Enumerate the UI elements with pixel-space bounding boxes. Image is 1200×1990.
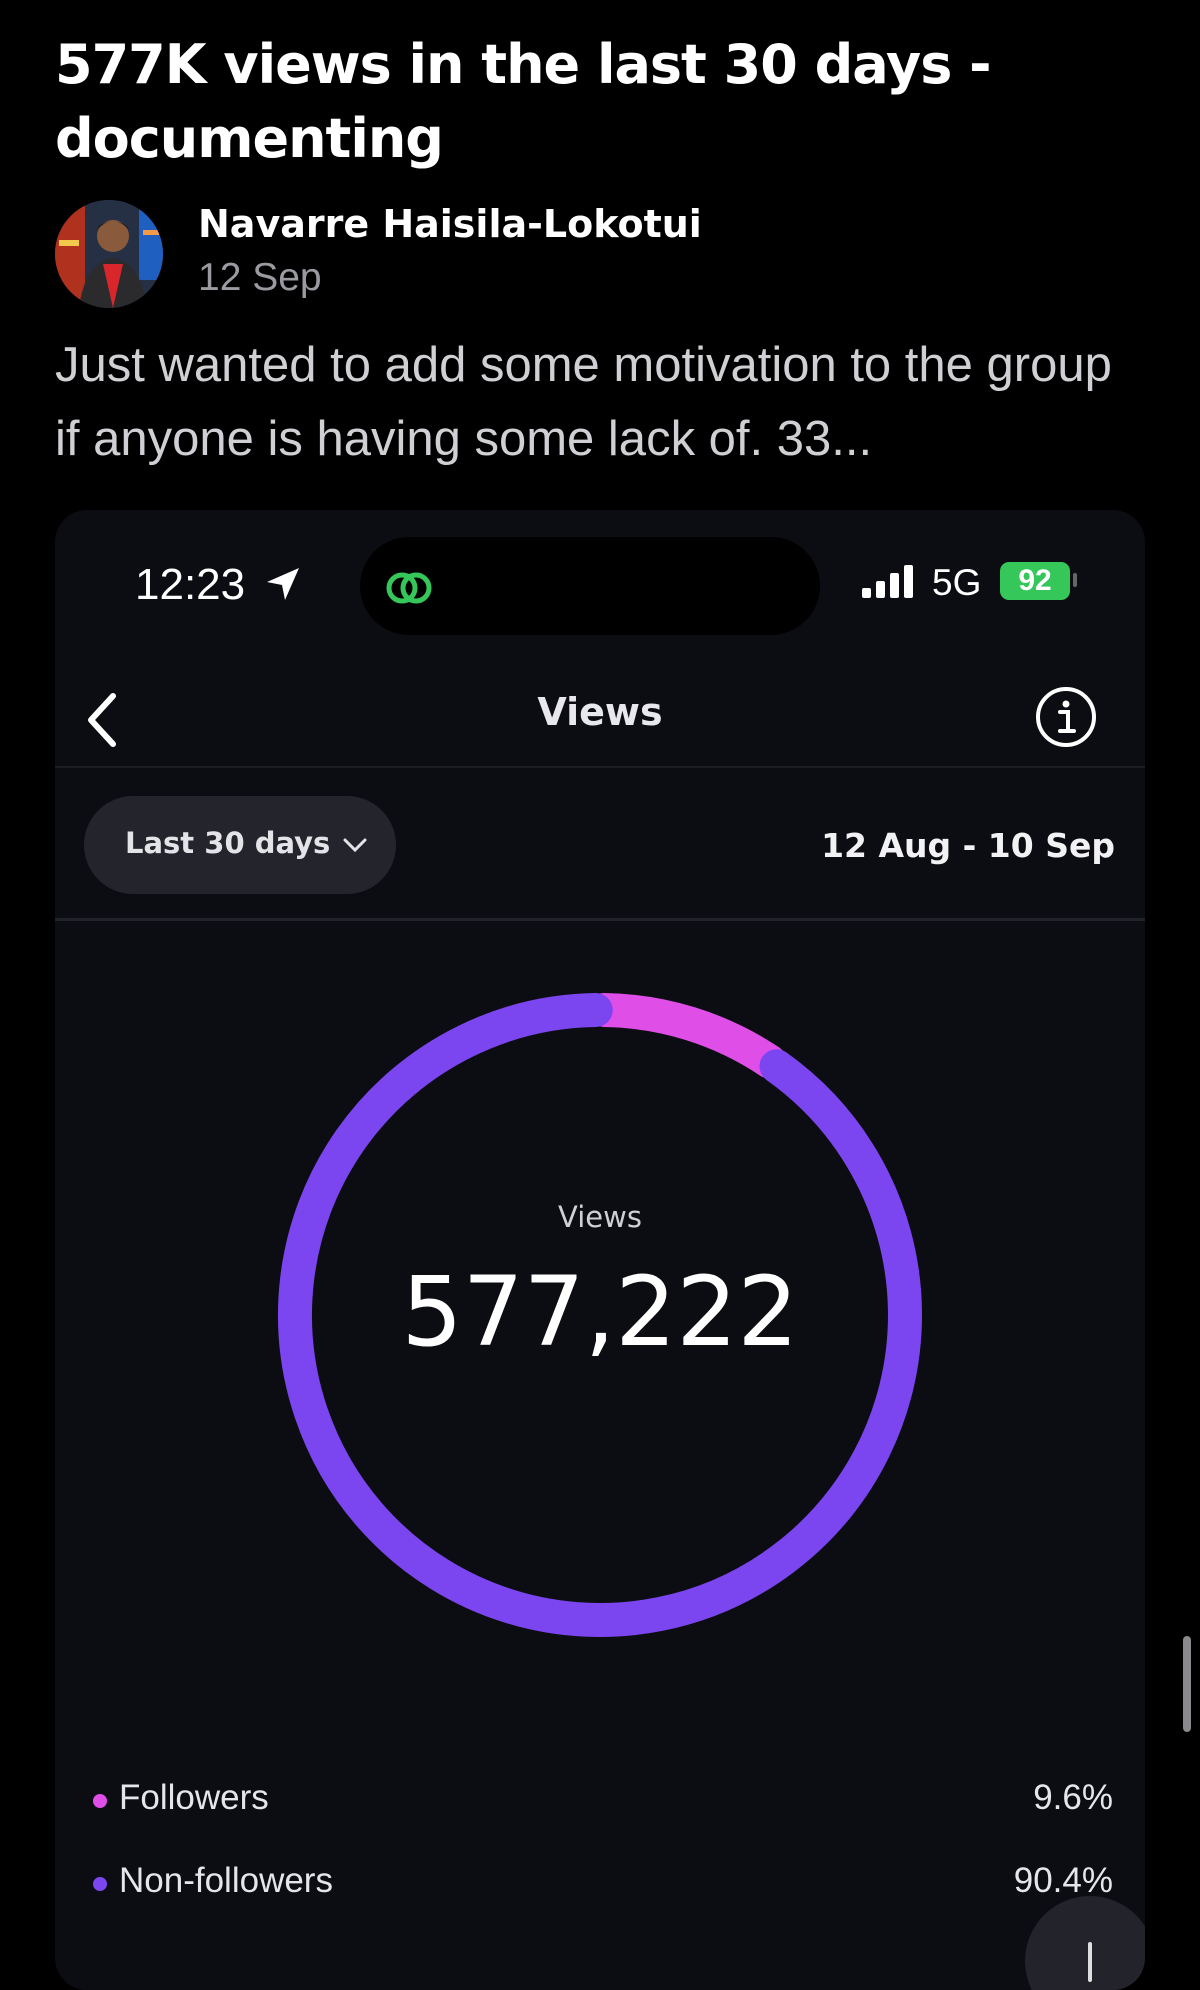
- date-range-selector[interactable]: Last 30 days: [84, 796, 396, 894]
- dynamic-island: [360, 537, 820, 635]
- status-time: 12:23: [135, 560, 246, 609]
- donut-center-value: 577,222: [401, 1256, 799, 1368]
- legend-dot-non-followers: [93, 1877, 107, 1891]
- battery-tip: [1073, 573, 1077, 587]
- post-body[interactable]: Just wanted to add some motivation to th…: [55, 328, 1145, 476]
- legend-label: Non-followers: [119, 1861, 333, 1900]
- donut-center-label: Views: [558, 1200, 642, 1234]
- range-label: Last 30 days: [125, 826, 331, 860]
- avatar[interactable]: [55, 200, 163, 308]
- author-name[interactable]: Navarre Haisila-Lokotui: [198, 202, 702, 246]
- floating-action-button[interactable]: [1025, 1896, 1145, 1990]
- avatar-photo: [55, 200, 163, 308]
- legend-label: Followers: [119, 1778, 269, 1817]
- threads-icon: [386, 572, 432, 604]
- attached-screenshot[interactable]: 12:23 5G 92 Views Last 30 days 12 Aug - …: [55, 510, 1145, 1990]
- legend-dot-followers: [93, 1794, 107, 1808]
- fab-icon: [1088, 1942, 1092, 1982]
- info-icon[interactable]: [1033, 684, 1099, 750]
- donut-slice-followers: [587, 993, 787, 1079]
- scrollbar[interactable]: [1183, 1636, 1191, 1732]
- signal-icon: [862, 565, 913, 598]
- post-date: 12 Sep: [198, 256, 322, 299]
- range-divider: [55, 918, 1145, 921]
- screen-title: Views: [537, 690, 663, 734]
- network-label: 5G: [932, 562, 982, 603]
- chevron-down-icon: [343, 838, 367, 853]
- legend-value: 90.4%: [1013, 1861, 1113, 1900]
- legend-row-non-followers: Non-followers 90.4%: [93, 1857, 1113, 1907]
- legend-row-followers: Followers 9.6%: [93, 1774, 1113, 1824]
- battery-level: 92: [1000, 562, 1070, 600]
- legend-value: 9.6%: [1033, 1778, 1113, 1817]
- header-divider: [55, 766, 1145, 768]
- post-title: 577K views in the last 30 days - documen…: [55, 33, 992, 170]
- date-range-text: 12 Aug - 10 Sep: [821, 826, 1115, 865]
- location-arrow-icon: [267, 568, 299, 600]
